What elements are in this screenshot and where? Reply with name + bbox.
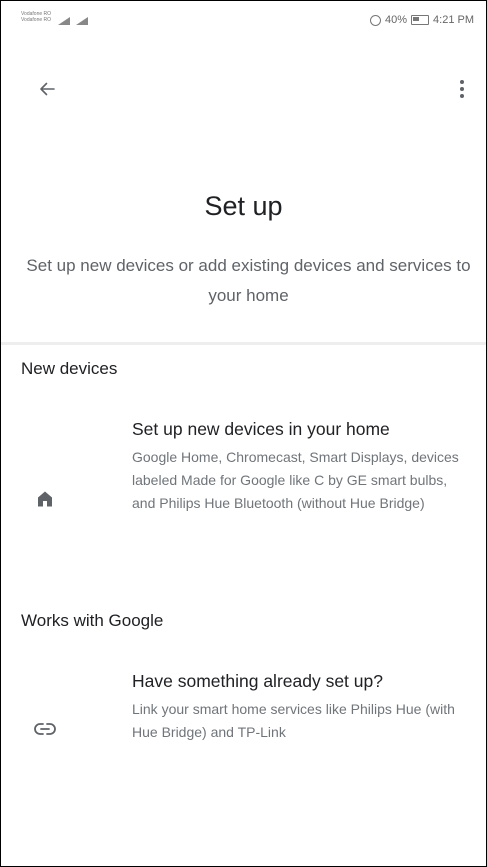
link-icon [33, 717, 57, 741]
section-divider [1, 342, 486, 345]
list-item-link-existing-services[interactable]: Have something already set up? Link your… [1, 671, 486, 791]
carrier-info: Vodafone RO Vodafone RO [21, 11, 51, 23]
battery-percent: 40% [385, 14, 408, 26]
item-title: Have something already set up? [132, 671, 383, 691]
more-vertical-icon [460, 80, 464, 98]
battery-icon [411, 15, 430, 25]
app-screen: Vodafone RO Vodafone RO 40% 4:21 PM Set … [0, 0, 487, 867]
page-title: Set up [204, 191, 283, 221]
more-options-button[interactable] [446, 73, 478, 105]
home-icon [33, 487, 57, 511]
item-description: Link your smart home services like Phili… [132, 701, 455, 740]
page-subtitle: Set up new devices or add existing devic… [26, 256, 471, 305]
section-header-new-devices: New devices [21, 359, 118, 378]
list-item-set-up-new-devices[interactable]: Set up new devices in your home Google H… [1, 419, 486, 589]
clock: 4:21 PM [433, 14, 474, 26]
item-title: Set up new devices in your home [132, 419, 390, 439]
back-button[interactable] [31, 73, 63, 105]
carrier-name-2: Vodafone RO [21, 17, 52, 23]
status-indicators: 40% 4:21 PM [370, 14, 474, 26]
section-header-works-with-google: Works with Google [21, 611, 164, 630]
item-description: Google Home, Chromecast, Smart Displays,… [132, 449, 459, 511]
signal-icon-2 [76, 17, 88, 25]
arrow-left-icon [40, 82, 55, 96]
alarm-icon [370, 14, 381, 26]
signal-icon [58, 17, 70, 25]
status-bar: Vodafone RO Vodafone RO 40% 4:21 PM [1, 1, 486, 35]
